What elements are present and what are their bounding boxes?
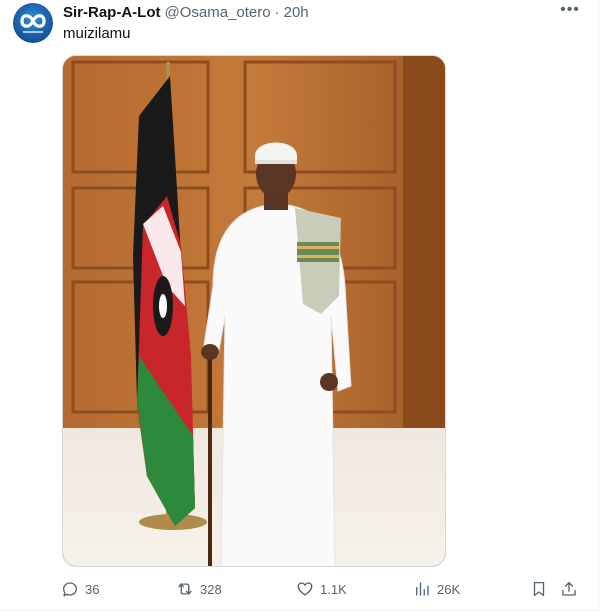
- meta-separator: ·: [274, 3, 280, 21]
- tweet-photo[interactable]: [62, 55, 446, 567]
- reply-icon: [62, 582, 78, 597]
- like-button[interactable]: 1.1K: [296, 577, 347, 601]
- more-horizontal-icon[interactable]: •••: [560, 1, 580, 18]
- views-button[interactable]: 26K: [413, 577, 460, 601]
- tweet-text: muizilamu: [63, 25, 131, 42]
- heart-icon: [297, 582, 313, 596]
- share-button[interactable]: [560, 577, 578, 601]
- avatar[interactable]: [13, 3, 53, 43]
- retweet-icon: [178, 583, 192, 595]
- reply-count: 36: [85, 581, 100, 597]
- tweet-actions: 36 328 1.1K 26K: [0, 577, 600, 601]
- tweet-time[interactable]: 20h: [284, 4, 309, 21]
- photo-illustration: [63, 56, 445, 566]
- share-icon: [562, 581, 576, 596]
- reply-button[interactable]: 36: [61, 577, 99, 601]
- bookmark-button[interactable]: [530, 577, 548, 601]
- author-handle[interactable]: @Osama_otero: [165, 4, 271, 21]
- like-count: 1.1K: [320, 581, 347, 597]
- views-count: 26K: [437, 581, 461, 597]
- views-chart-icon: [416, 582, 429, 596]
- retweet-button[interactable]: 328: [176, 577, 222, 601]
- author-name[interactable]: Sir-Rap-A-Lot: [63, 4, 161, 21]
- tweet-card[interactable]: Sir-Rap-A-Lot @Osama_otero · 20h ••• mui…: [0, 0, 599, 611]
- tweet-header: Sir-Rap-A-Lot @Osama_otero · 20h: [63, 3, 309, 21]
- avatar-logo-icon: [20, 14, 46, 33]
- bookmark-icon: [533, 581, 545, 597]
- retweet-count: 328: [200, 581, 222, 597]
